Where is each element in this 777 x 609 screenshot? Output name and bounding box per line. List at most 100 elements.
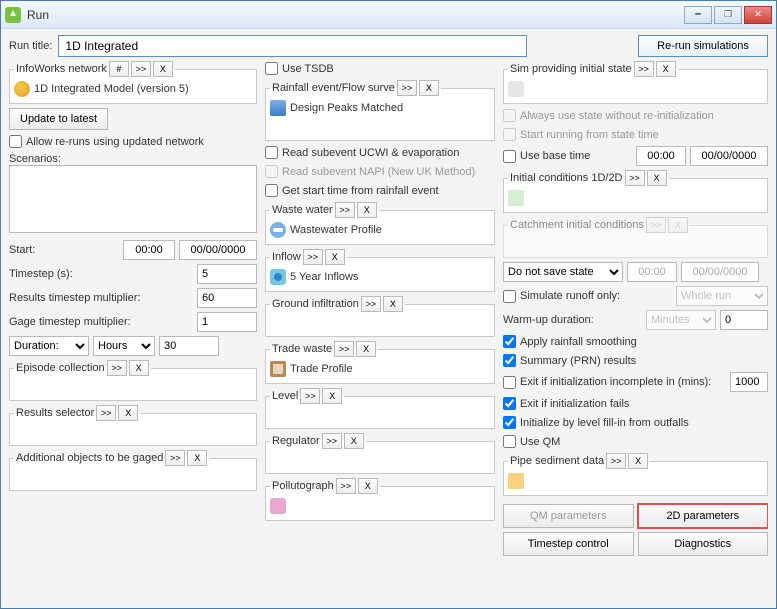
use-qm-checkbox[interactable]: [503, 435, 516, 448]
init-level-checkbox[interactable]: [503, 416, 516, 429]
sim-state-more-button[interactable]: >>: [634, 61, 654, 77]
results-mult-input[interactable]: [197, 288, 257, 308]
inflow-more-button[interactable]: >>: [303, 249, 323, 265]
episode-collection-group: Episode collection >> X: [9, 360, 257, 401]
duration-value-input[interactable]: [159, 336, 219, 356]
sim-state-clear-button[interactable]: X: [656, 61, 676, 77]
simulate-runoff-select: Whole run: [676, 286, 768, 306]
episode-more-button[interactable]: >>: [107, 360, 127, 376]
scenarios-label: Scenarios:: [9, 153, 61, 165]
warmup-unit-select: Minutes: [646, 310, 716, 330]
network-more-button[interactable]: >>: [131, 61, 151, 77]
initcond-clear-button[interactable]: X: [647, 170, 667, 186]
rainfall-clear-button[interactable]: X: [419, 80, 439, 96]
network-hash-button[interactable]: #: [109, 61, 129, 77]
inflow-clear-button[interactable]: X: [325, 249, 345, 265]
level-group: Level >> X: [265, 388, 495, 429]
infoworks-network-group: InfoWorks network # >> X 1D Integrated M…: [9, 61, 257, 104]
additional-objects-group: Additional objects to be gaged >> X: [9, 450, 257, 491]
pipe-sed-more-button[interactable]: >>: [606, 453, 626, 469]
rainfall-more-button[interactable]: >>: [397, 80, 417, 96]
exit-incomplete-label: Exit if initialization incomplete in (mi…: [520, 376, 726, 388]
allow-reruns-checkbox[interactable]: [9, 135, 22, 148]
right-column: Sim providing initial state >> X Always …: [503, 61, 768, 602]
save-state-date-input: [681, 262, 759, 282]
timestep-control-button[interactable]: Timestep control: [503, 532, 634, 556]
exit-incomplete-checkbox[interactable]: [503, 376, 516, 389]
additional-objects-clear-button[interactable]: X: [187, 450, 207, 466]
save-state-time-input: [627, 262, 677, 282]
gauge-mult-input[interactable]: [197, 312, 257, 332]
level-more-button[interactable]: >>: [300, 388, 320, 404]
maximize-button[interactable]: ❐: [714, 6, 742, 24]
results-selector-clear-button[interactable]: X: [118, 405, 138, 421]
base-date-input[interactable]: [690, 146, 768, 166]
read-napi-checkbox: [265, 165, 278, 178]
exit-incomplete-input[interactable]: [730, 372, 768, 392]
run-title-row: Run title: Re-run simulations: [9, 35, 768, 57]
waste-clear-button[interactable]: X: [357, 202, 377, 218]
pipe-sed-clear-button[interactable]: X: [628, 453, 648, 469]
results-selector-legend: Results selector: [16, 407, 94, 419]
pipe-sed-icon: [508, 473, 524, 489]
simulate-runoff-checkbox[interactable]: [503, 290, 516, 303]
ground-more-button[interactable]: >>: [361, 296, 381, 312]
run-title-input[interactable]: [58, 35, 527, 57]
network-icon: [14, 81, 30, 97]
use-tsdb-checkbox[interactable]: [265, 62, 278, 75]
waste-more-button[interactable]: >>: [335, 202, 355, 218]
start-time-input[interactable]: [123, 240, 175, 260]
start-label: Start:: [9, 244, 119, 256]
update-to-latest-button[interactable]: Update to latest: [9, 108, 108, 130]
pollutograph-more-button[interactable]: >>: [336, 478, 356, 494]
initcond-legend: Initial conditions 1D/2D: [510, 172, 623, 184]
2d-parameters-button[interactable]: 2D parameters: [638, 504, 769, 528]
use-base-time-checkbox[interactable]: [503, 150, 516, 163]
app-icon: [5, 7, 21, 23]
apply-smoothing-checkbox[interactable]: [503, 335, 516, 348]
additional-objects-more-button[interactable]: >>: [165, 450, 185, 466]
warmup-value-input[interactable]: [720, 310, 768, 330]
results-selector-more-button[interactable]: >>: [96, 405, 116, 421]
scenarios-textarea[interactable]: [9, 165, 257, 233]
get-start-checkbox[interactable]: [265, 184, 278, 197]
rainfall-name: Design Peaks Matched: [290, 102, 403, 114]
network-clear-button[interactable]: X: [153, 61, 173, 77]
duration-unit-select[interactable]: Hours: [93, 336, 155, 356]
trade-legend: Trade waste: [272, 343, 332, 355]
duration-mode-select[interactable]: Duration:: [9, 336, 89, 356]
allow-reruns-label: Allow re-runs using updated network: [26, 136, 204, 148]
exit-fails-checkbox[interactable]: [503, 397, 516, 410]
initcond-more-button[interactable]: >>: [625, 170, 645, 186]
regulator-clear-button[interactable]: X: [344, 433, 364, 449]
gauge-mult-label: Gage timestep multiplier:: [9, 316, 193, 328]
sim-initial-state-group: Sim providing initial state >> X: [503, 61, 768, 104]
save-state-select[interactable]: Do not save state: [503, 262, 623, 282]
base-time-input[interactable]: [636, 146, 686, 166]
episode-clear-button[interactable]: X: [129, 360, 149, 376]
read-napi-label: Read subevent NAPI (New UK Method): [282, 166, 475, 178]
diagnostics-button[interactable]: Diagnostics: [638, 532, 769, 556]
regulator-more-button[interactable]: >>: [322, 433, 342, 449]
ground-clear-button[interactable]: X: [383, 296, 403, 312]
pollutograph-legend: Pollutograph: [272, 480, 334, 492]
read-ucwi-checkbox[interactable]: [265, 146, 278, 159]
minimize-button[interactable]: ━: [684, 6, 712, 24]
network-legend: InfoWorks network: [16, 63, 107, 75]
titlebar: Run ━ ❐ ✕: [1, 1, 776, 29]
start-date-input[interactable]: [179, 240, 257, 260]
content-area: Run title: Re-run simulations InfoWorks …: [1, 29, 776, 608]
level-clear-button[interactable]: X: [322, 388, 342, 404]
close-button[interactable]: ✕: [744, 6, 772, 24]
trade-more-button[interactable]: >>: [334, 341, 354, 357]
inflow-legend: Inflow: [272, 251, 301, 263]
qm-parameters-button: QM parameters: [503, 504, 634, 528]
timestep-input[interactable]: [197, 264, 257, 284]
trade-clear-button[interactable]: X: [356, 341, 376, 357]
rerun-simulations-button[interactable]: Re-run simulations: [638, 35, 768, 57]
start-from-state-label: Start running from state time: [520, 129, 659, 141]
pollutograph-clear-button[interactable]: X: [358, 478, 378, 494]
summary-prn-checkbox[interactable]: [503, 354, 516, 367]
regulator-legend: Regulator: [272, 435, 320, 447]
waste-name: Wastewater Profile: [290, 224, 382, 236]
